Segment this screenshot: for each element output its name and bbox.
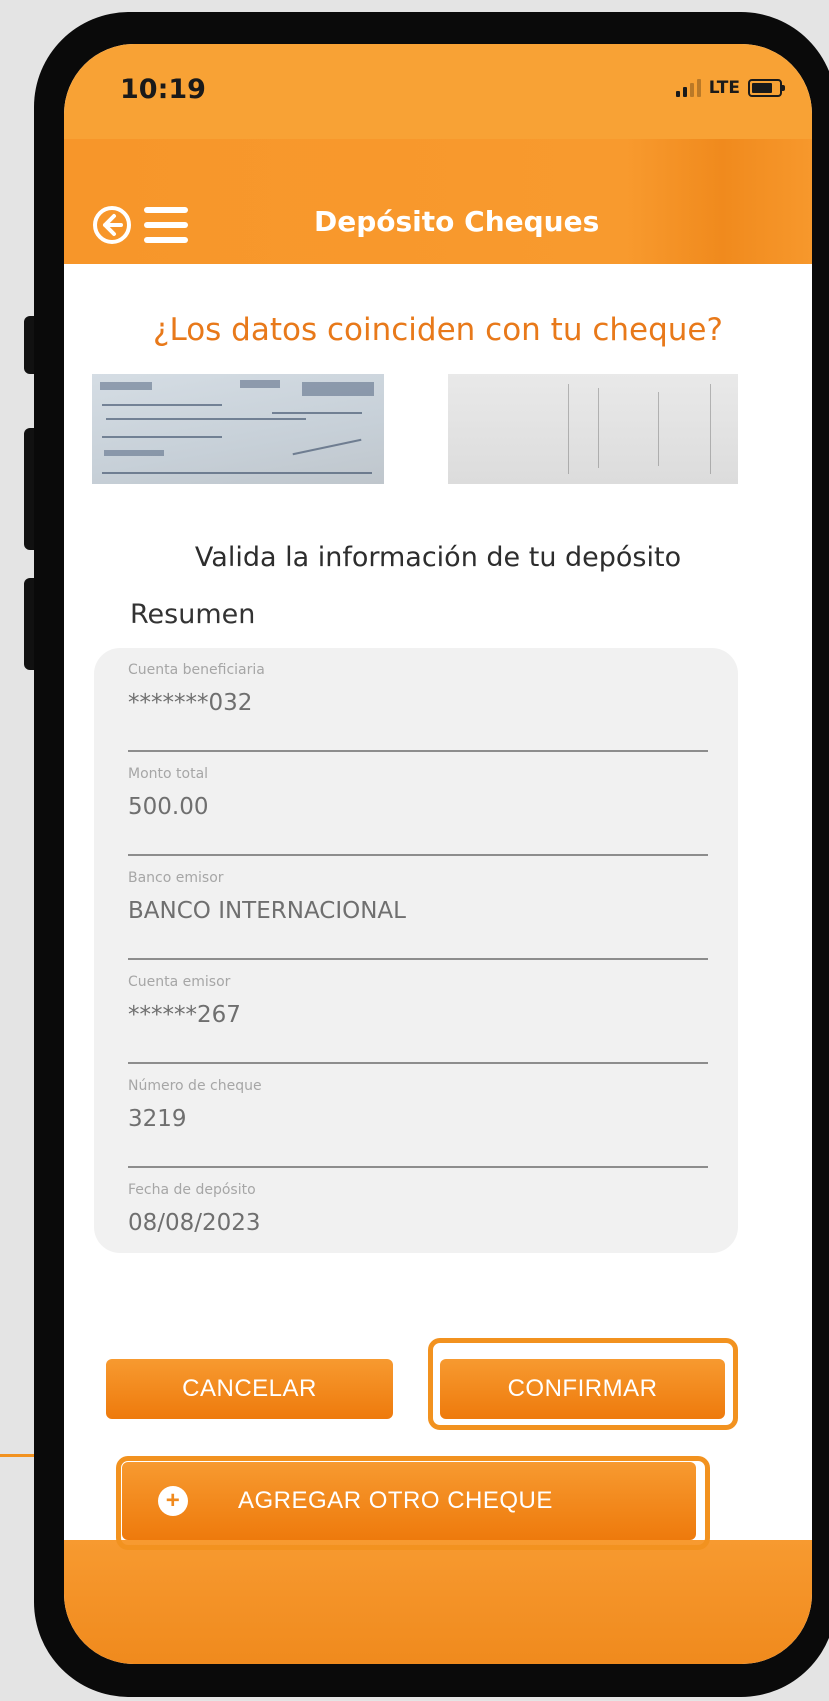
field-banco-emisor: Banco emisor BANCO INTERNACIONAL bbox=[128, 856, 708, 960]
field-cuenta-beneficiaria: Cuenta beneficiaria *******032 bbox=[128, 648, 708, 752]
cancel-button[interactable]: CANCELAR bbox=[106, 1359, 393, 1419]
field-fecha-deposito: Fecha de depósito 08/08/2023 bbox=[128, 1168, 708, 1272]
field-value: 08/08/2023 bbox=[128, 1210, 261, 1236]
summary-card: Cuenta beneficiaria *******032 Monto tot… bbox=[94, 648, 738, 1253]
field-label: Número de cheque bbox=[128, 1078, 262, 1094]
hamburger-menu-icon[interactable] bbox=[144, 207, 188, 243]
confirm-button[interactable]: CONFIRMAR bbox=[440, 1359, 725, 1419]
status-bar: 10:19 LTE bbox=[64, 44, 812, 139]
field-label: Cuenta emisor bbox=[128, 974, 231, 990]
add-cheque-button[interactable]: + AGREGAR OTRO CHEQUE bbox=[122, 1462, 696, 1540]
summary-title: Resumen bbox=[130, 599, 256, 630]
app-screen: 10:19 LTE Depósito Cheques ¿Los datos co… bbox=[64, 44, 812, 1664]
field-label: Fecha de depósito bbox=[128, 1182, 256, 1198]
phone-frame: 10:19 LTE Depósito Cheques ¿Los datos co… bbox=[34, 12, 829, 1697]
network-type: LTE bbox=[708, 78, 740, 98]
nav-bar: Depósito Cheques bbox=[64, 139, 812, 264]
field-numero-cheque: Número de cheque 3219 bbox=[128, 1064, 708, 1168]
field-monto-total: Monto total 500.00 bbox=[128, 752, 708, 856]
field-cuenta-emisor: Cuenta emisor ******267 bbox=[128, 960, 708, 1064]
signal-icon bbox=[675, 79, 701, 97]
cheque-front-image bbox=[92, 374, 384, 484]
field-value: 3219 bbox=[128, 1106, 187, 1132]
status-time: 10:19 bbox=[120, 74, 206, 105]
field-label: Cuenta beneficiaria bbox=[128, 662, 265, 678]
field-value: BANCO INTERNACIONAL bbox=[128, 898, 406, 924]
field-label: Banco emisor bbox=[128, 870, 224, 886]
status-indicators: LTE bbox=[675, 78, 785, 98]
battery-icon bbox=[748, 79, 785, 97]
confirmation-question: ¿Los datos coinciden con tu cheque? bbox=[153, 312, 723, 348]
plus-circle-icon: + bbox=[158, 1486, 188, 1516]
field-value: ******267 bbox=[128, 1002, 241, 1028]
field-value: 500.00 bbox=[128, 794, 209, 820]
field-value: *******032 bbox=[128, 690, 253, 716]
field-label: Monto total bbox=[128, 766, 209, 782]
add-cheque-label: AGREGAR OTRO CHEQUE bbox=[238, 1487, 553, 1514]
cheque-back-image bbox=[448, 374, 738, 484]
validation-subtitle: Valida la información de tu depósito bbox=[194, 542, 682, 573]
bottom-band bbox=[64, 1540, 812, 1664]
page-title: Depósito Cheques bbox=[314, 205, 600, 238]
back-arrow-circle-icon[interactable] bbox=[92, 205, 132, 245]
